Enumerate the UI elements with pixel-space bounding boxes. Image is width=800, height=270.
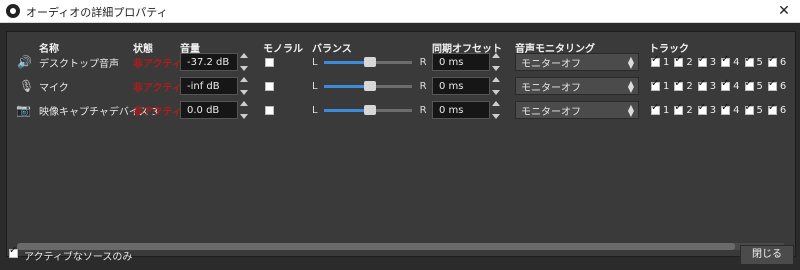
chevron-down-icon[interactable] xyxy=(492,90,500,95)
sync-offset-stepper[interactable] xyxy=(492,101,502,119)
track-6-checkbox[interactable] xyxy=(767,78,777,91)
audio-properties-table: 名称 状態 音量 モノラル バランス 同期オフセット 音声モニタリング トラック… xyxy=(6,31,796,257)
chevron-down-icon[interactable] xyxy=(492,66,500,71)
source-name: デスクトップ音声 xyxy=(39,58,119,70)
balance-left-label: L xyxy=(312,104,318,116)
chevron-up-icon[interactable] xyxy=(492,77,500,82)
sync-offset-input[interactable]: 0 ms xyxy=(432,101,490,119)
slider-handle[interactable] xyxy=(363,105,376,115)
mono-checkbox[interactable] xyxy=(265,57,274,67)
track-1-checkbox[interactable] xyxy=(651,78,660,91)
slider-handle[interactable] xyxy=(363,81,376,91)
sync-offset-input[interactable]: 0 ms xyxy=(432,53,490,71)
slider-handle[interactable] xyxy=(363,57,376,67)
sync-offset-stepper[interactable] xyxy=(492,53,502,71)
track-3-checkbox[interactable] xyxy=(697,102,707,115)
track-5-checkbox[interactable] xyxy=(744,78,754,91)
volume-input[interactable]: -37.2 dB xyxy=(180,53,238,71)
volume-stepper[interactable] xyxy=(240,77,250,95)
balance-slider[interactable] xyxy=(323,81,412,91)
track-3-checkbox[interactable] xyxy=(697,54,707,67)
track-4-checkbox[interactable] xyxy=(721,78,731,91)
track-4-checkbox[interactable] xyxy=(721,102,731,115)
track-1-checkbox[interactable] xyxy=(651,102,660,115)
source-name: マイク xyxy=(39,82,69,94)
chevron-up-icon[interactable] xyxy=(240,53,248,58)
sync-offset-input[interactable]: 0 ms xyxy=(432,77,490,95)
track-2-checkbox[interactable] xyxy=(674,102,684,115)
select-arrows-icon: ▲ ▼ xyxy=(627,55,634,70)
chevron-down-icon[interactable] xyxy=(492,114,500,119)
select-arrows-icon: ▲ ▼ xyxy=(627,79,634,94)
volume-input[interactable]: 0.0 dB xyxy=(180,101,238,119)
obs-logo-icon xyxy=(6,4,20,18)
chevron-up-icon[interactable] xyxy=(240,101,248,106)
camera-icon: 📷 xyxy=(16,103,31,117)
track-5-checkbox[interactable] xyxy=(744,102,754,115)
chevron-down-icon[interactable] xyxy=(240,90,248,95)
track-6-checkbox[interactable] xyxy=(767,54,777,67)
track-checkboxes: 1 2 3 4 5 6 xyxy=(651,75,791,97)
mono-checkbox[interactable] xyxy=(265,81,274,91)
active-only-checkbox[interactable] xyxy=(9,245,18,258)
chevron-up-icon[interactable] xyxy=(240,77,248,82)
dialog-body: 名称 状態 音量 モノラル バランス 同期オフセット 音声モニタリング トラック… xyxy=(0,23,800,270)
table-row: 🔊 デスクトップ音声 非アクティブ -37.2 dB L R 0 ms モニター… xyxy=(7,51,795,73)
track-5-checkbox[interactable] xyxy=(744,54,754,67)
track-checkboxes: 1 2 3 4 5 6 xyxy=(651,51,791,73)
speaker-icon: 🔊 xyxy=(17,55,32,69)
balance-right-label: R xyxy=(419,56,427,68)
track-3-checkbox[interactable] xyxy=(697,78,707,91)
track-2-checkbox[interactable] xyxy=(674,54,684,67)
volume-stepper[interactable] xyxy=(240,101,250,119)
chevron-up-icon[interactable] xyxy=(492,101,500,106)
title-bar: オーディオの詳細プロパティ ✕ xyxy=(0,0,800,23)
volume-input[interactable]: -inf dB xyxy=(180,77,238,95)
balance-left-label: L xyxy=(312,80,318,92)
close-button[interactable]: 閉じる xyxy=(740,245,794,265)
mono-checkbox[interactable] xyxy=(265,105,274,115)
monitoring-select[interactable]: モニターオフ ▲ ▼ xyxy=(515,101,639,119)
window-close-button[interactable]: ✕ xyxy=(768,0,800,22)
volume-stepper[interactable] xyxy=(240,53,250,71)
microphone-icon: 🎙 xyxy=(19,79,35,93)
balance-slider[interactable] xyxy=(323,57,412,67)
table-row: 📷 映像キャプチャデバイス 3 非アクティブ 0.0 dB L R 0 ms モ… xyxy=(7,99,795,121)
table-row: 🎙 マイク 非アクティブ -inf dB L R 0 ms モニターオフ▲▼ 1… xyxy=(7,75,795,97)
sync-offset-stepper[interactable] xyxy=(492,77,502,95)
monitoring-select[interactable]: モニターオフ ▲ ▼ xyxy=(515,77,639,95)
monitoring-select[interactable]: モニターオフ ▲ ▼ xyxy=(515,53,639,71)
chevron-up-icon[interactable] xyxy=(492,53,500,58)
track-checkboxes: 1 2 3 4 5 6 xyxy=(651,99,791,121)
balance-right-label: R xyxy=(419,80,427,92)
balance-left-label: L xyxy=(312,56,318,68)
balance-right-label: R xyxy=(419,104,427,116)
track-4-checkbox[interactable] xyxy=(721,54,731,67)
active-only-label: アクティブなソースのみ xyxy=(24,252,133,263)
select-arrows-icon: ▲ ▼ xyxy=(627,103,634,118)
balance-slider[interactable] xyxy=(323,105,412,115)
track-1-checkbox[interactable] xyxy=(651,54,660,67)
chevron-down-icon[interactable] xyxy=(240,66,248,71)
window-title: オーディオの詳細プロパティ xyxy=(26,6,168,19)
track-6-checkbox[interactable] xyxy=(767,102,777,115)
track-2-checkbox[interactable] xyxy=(674,78,684,91)
chevron-down-icon[interactable] xyxy=(240,114,248,119)
